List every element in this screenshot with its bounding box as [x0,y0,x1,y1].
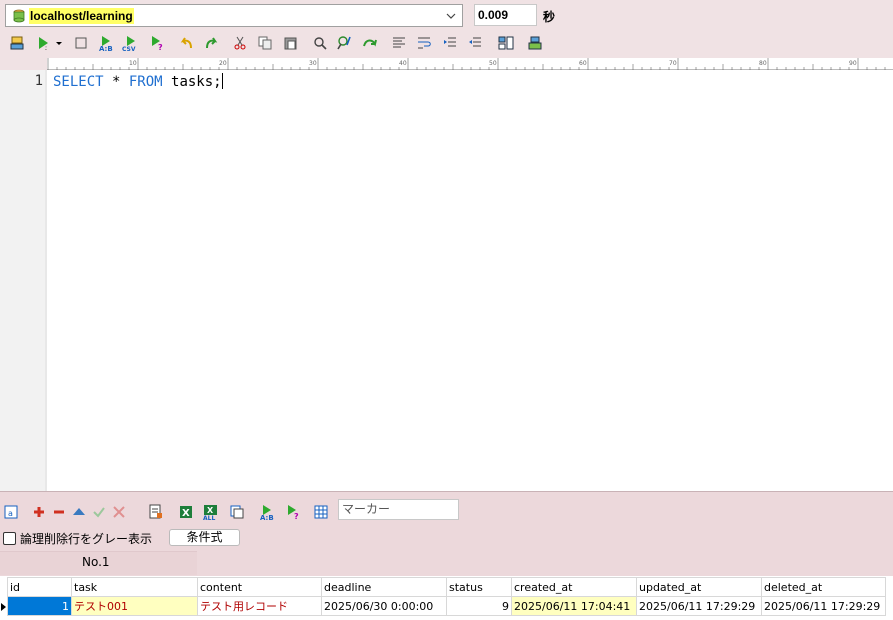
run-dropdown-icon[interactable] [50,33,68,53]
cell-status[interactable]: 9 [446,596,512,616]
result-panel: a X X ALL A:B ? マーカー 論理削除行をグレー表示 条件式 No.… [0,491,893,620]
ruler-label: 20 [219,60,227,67]
column-header-updated-at[interactable]: updated_at [636,577,762,597]
result-table: id task content deadline status created_… [7,577,886,616]
ruler-label: 50 [489,60,497,67]
cell-task[interactable]: テスト001 [71,596,198,616]
ruler-label: 30 [309,60,317,67]
cancel-icon[interactable] [110,502,128,522]
show-deleted-gray-label: 論理削除行をグレー表示 [20,531,153,546]
stop-icon[interactable] [72,33,90,53]
undo-icon[interactable] [178,33,196,53]
excel-all-icon[interactable]: X ALL [202,502,220,522]
delete-row-icon[interactable] [50,502,68,522]
chevron-down-icon [446,13,456,19]
outdent-icon[interactable] [466,33,484,53]
top-bar: localhost/learning 0.009 秒 ; A:B CSV ? [0,0,893,58]
column-header-status[interactable]: status [446,577,512,597]
column-header-id[interactable]: id [7,577,72,597]
replace-icon[interactable] [336,33,354,53]
sql-editor[interactable]: 1 SELECT * FROM tasks; [0,70,893,491]
column-header-task[interactable]: task [71,577,198,597]
svg-text:?: ? [294,512,299,520]
result-tab-label: No.1 [82,555,110,569]
cell-updated-at[interactable]: 2025/06/11 17:29:29 [636,596,762,616]
run-to-text-icon[interactable]: A:B [97,33,115,53]
ruler-label: 80 [759,60,767,67]
seconds-label: 秒 [543,10,556,24]
save-grid-icon[interactable]: a [2,502,20,522]
line-number: 1 [34,73,43,89]
cell-content[interactable]: テスト用レコード [197,596,322,616]
cell-deadline[interactable]: 2025/06/30 0:00:00 [321,596,447,616]
add-row-icon[interactable] [30,502,48,522]
export-text-icon[interactable] [147,502,165,522]
svg-text:X: X [182,508,190,519]
explain-icon[interactable]: ? [148,33,166,53]
cut-icon[interactable] [231,33,249,53]
svg-text:A:B: A:B [260,514,274,520]
column-header-content[interactable]: content [197,577,322,597]
connection-select[interactable]: localhost/learning [5,4,463,27]
word-wrap-icon[interactable] [415,33,433,53]
copy-icon[interactable] [256,33,274,53]
sql-table-name: tasks; [162,74,222,90]
marker-input[interactable]: マーカー [338,499,459,520]
sql-star: * [103,74,129,90]
cell-deleted-at[interactable]: 2025/06/11 17:29:29 [761,596,886,616]
cell-id[interactable]: 1 [7,596,72,616]
db-tool-icon[interactable] [526,33,544,53]
run-to-csv-icon[interactable]: CSV [122,33,140,53]
ruler-ticks: 10 20 30 40 50 60 70 80 90 [47,58,886,70]
show-deleted-gray-checkbox[interactable] [3,531,16,545]
column-header-deadline[interactable]: deadline [321,577,447,597]
ruler-label: 60 [579,60,587,67]
execution-time-field: 0.009 [474,4,537,26]
sql-keyword-select: SELECT [53,74,104,90]
text-cursor [221,73,223,89]
table-row[interactable]: 1 テスト001 テスト用レコード 2025/06/30 0:00:00 9 2… [7,596,886,616]
cell-created-at[interactable]: 2025/06/11 17:04:41 [511,596,637,616]
excel-icon[interactable]: X [177,502,195,522]
condition-button[interactable]: 条件式 [169,529,240,546]
redo-icon[interactable] [202,33,220,53]
connection-label: localhost/learning [29,8,134,24]
find-next-icon[interactable] [361,33,379,53]
paste-icon[interactable] [282,33,300,53]
column-ruler: 10 20 30 40 50 60 70 80 90 [47,58,893,70]
run-to-text-grid-icon[interactable]: A:B [258,502,276,522]
ruler-label: 70 [669,60,677,67]
line-number-gutter: 1 [0,70,47,491]
svg-text:X: X [207,506,214,515]
column-header-created-at[interactable]: created_at [511,577,637,597]
sql-keyword-from: FROM [128,74,163,90]
layout-icon[interactable] [497,33,515,53]
result-tab-no1[interactable]: No.1 [0,551,197,575]
svg-text:ALL: ALL [203,515,215,520]
commit-icon[interactable] [90,502,108,522]
ruler-label: 40 [399,60,407,67]
svg-text:a: a [8,509,13,518]
svg-text:CSV: CSV [122,46,136,51]
indent-icon[interactable] [441,33,459,53]
svg-text:A:B: A:B [99,45,113,51]
sql-code[interactable]: SELECT * FROM tasks; [53,73,223,90]
find-icon[interactable] [311,33,329,53]
ruler-label: 10 [129,60,137,67]
grid-view-icon[interactable] [312,502,330,522]
copy-grid-icon[interactable] [228,502,246,522]
database-icon [13,9,25,23]
move-up-icon[interactable] [70,502,88,522]
show-deleted-gray-option[interactable]: 論理削除行をグレー表示 [3,530,152,546]
result-grid: id task content deadline status created_… [0,576,893,620]
row-pointer-icon [1,603,6,611]
column-header-deleted-at[interactable]: deleted_at [761,577,886,597]
format-sql-icon[interactable] [390,33,408,53]
sql-history-icon[interactable] [8,33,26,53]
svg-text:?: ? [158,43,163,51]
svg-text:;: ; [45,45,47,50]
ruler-label: 90 [849,60,857,67]
table-header-row: id task content deadline status created_… [7,577,886,597]
explain-grid-icon[interactable]: ? [284,502,302,522]
